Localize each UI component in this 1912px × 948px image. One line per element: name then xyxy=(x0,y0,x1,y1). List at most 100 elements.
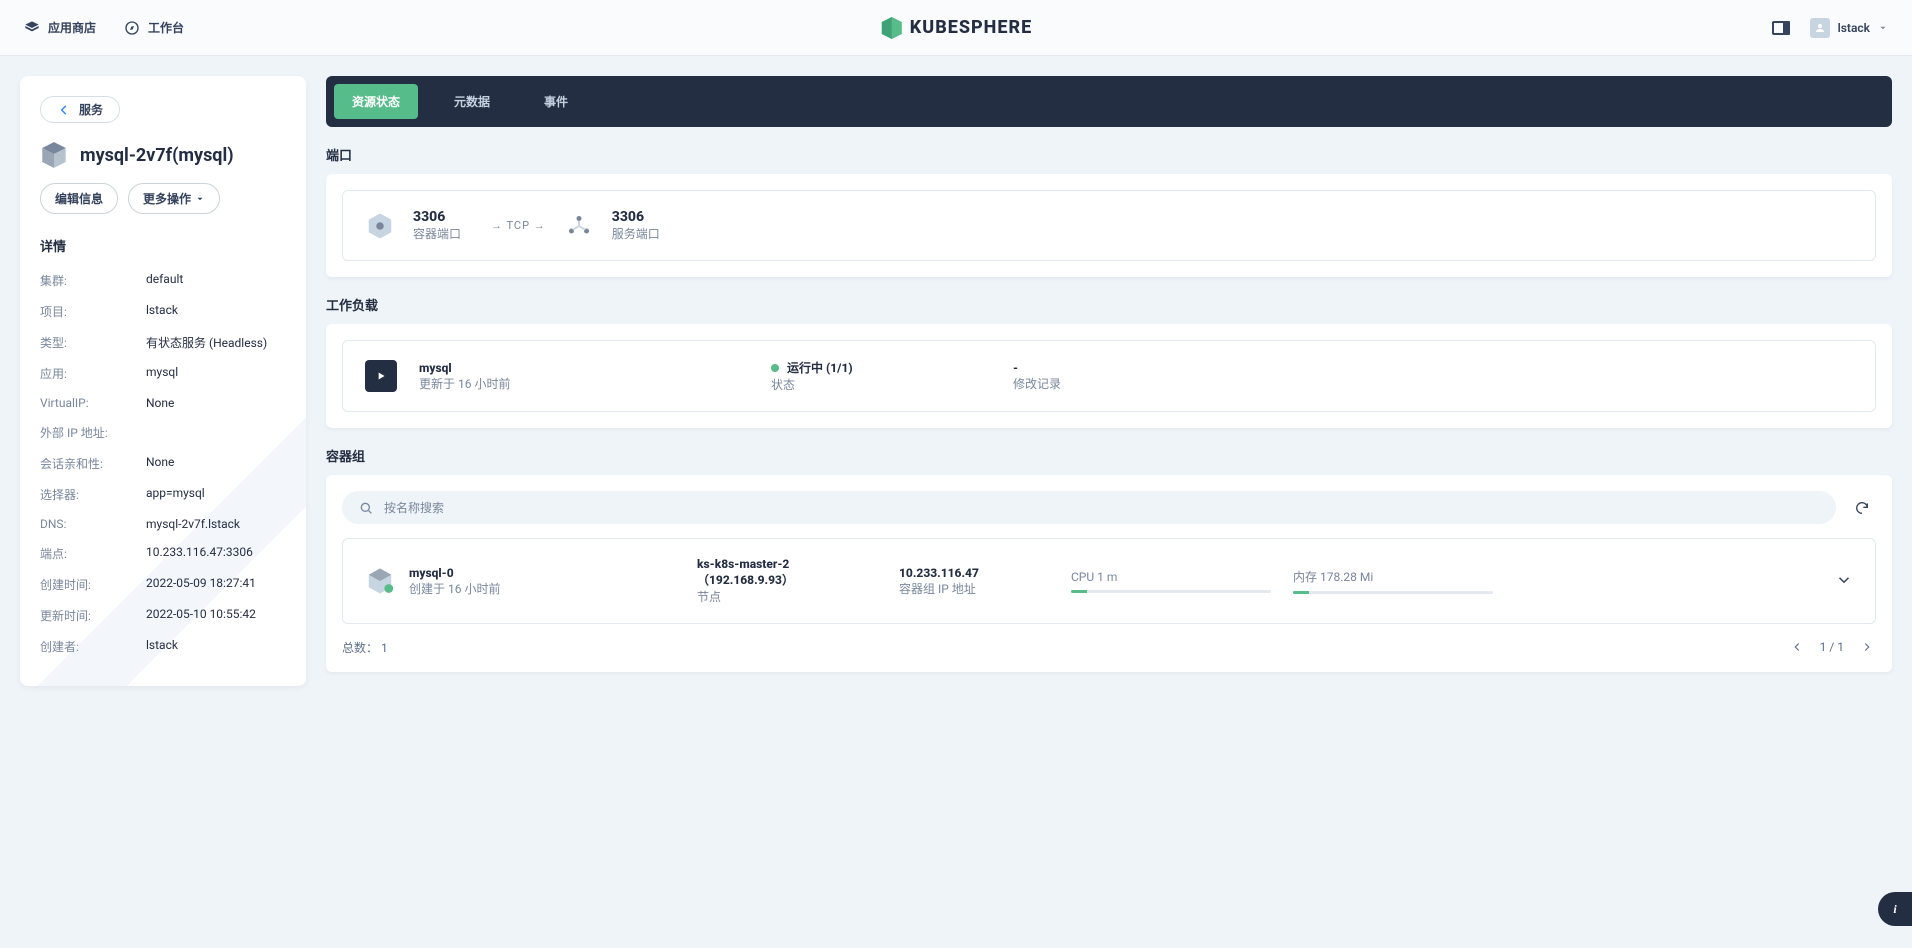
details-key: 创建者: xyxy=(40,638,146,655)
details-value: 10.233.116.47:3306 xyxy=(146,545,286,562)
pod-created: 创建于 16 小时前 xyxy=(409,580,500,597)
topbar-left: 应用商店 工作台 xyxy=(24,19,184,36)
tab-resource-status[interactable]: 资源状态 xyxy=(334,84,418,119)
details-list: 集群:default项目:lstack类型:有状态服务 (Headless)应用… xyxy=(40,265,286,662)
details-heading: 详情 xyxy=(40,236,286,255)
pager-prev-button[interactable] xyxy=(1788,638,1806,656)
nav-app-store-label: 应用商店 xyxy=(48,19,96,36)
pod-ip-label: 容器组 IP 地址 xyxy=(899,580,1049,597)
details-key: 集群: xyxy=(40,272,146,289)
details-row: 应用:mysql xyxy=(40,358,286,389)
pod-expand-button[interactable] xyxy=(1835,571,1853,592)
details-key: DNS: xyxy=(40,517,146,531)
pagination: 总数： 1 1 / 1 xyxy=(342,638,1876,656)
pod-node: ks-k8s-master-2（192.168.9.93） xyxy=(697,557,877,588)
theme-toggle-icon[interactable] xyxy=(1772,21,1790,35)
kubesphere-logo-icon xyxy=(880,16,904,40)
details-row: 创建者:lstack xyxy=(40,631,286,662)
brand-text: KUBESPHERE xyxy=(910,17,1032,38)
details-key: 外部 IP 地址: xyxy=(40,424,146,441)
pods-section: 容器组 按名称搜索 mysql-0 创 xyxy=(326,446,1892,672)
user-name: lstack xyxy=(1838,21,1870,35)
pod-search-placeholder: 按名称搜索 xyxy=(384,499,444,516)
container-port-icon xyxy=(365,211,395,241)
pod-node-label: 节点 xyxy=(697,588,877,605)
tab-metadata[interactable]: 元数据 xyxy=(436,84,508,119)
details-row: 类型:有状态服务 (Headless) xyxy=(40,327,286,358)
service-port-value: 3306 xyxy=(612,209,672,225)
details-row: 更新时间:2022-05-10 10:55:42 xyxy=(40,600,286,631)
details-value: 有状态服务 (Headless) xyxy=(146,334,286,351)
nav-workbench-label: 工作台 xyxy=(148,19,184,36)
workloads-section: 工作负载 mysql 更新于 16 小时前 运行中 (1/1) 状态 xyxy=(326,295,1892,428)
mem-bar xyxy=(1293,591,1493,594)
service-port-icon xyxy=(564,211,594,241)
container-port-value: 3306 xyxy=(413,209,473,225)
caret-down-icon xyxy=(195,194,205,204)
details-key: 选择器: xyxy=(40,486,146,503)
pods-heading: 容器组 xyxy=(326,446,1892,465)
details-key: 端点: xyxy=(40,545,146,562)
container-port-label: 容器端口 xyxy=(413,225,473,242)
arrow-left-icon xyxy=(1790,640,1804,654)
details-row: DNS:mysql-2v7f.lstack xyxy=(40,510,286,538)
pod-cpu: CPU 1 m xyxy=(1071,570,1271,584)
more-actions-button[interactable]: 更多操作 xyxy=(128,183,220,214)
pod-ip: 10.233.116.47 xyxy=(899,566,1049,580)
details-row: 外部 IP 地址: xyxy=(40,417,286,448)
workload-status: 运行中 (1/1) xyxy=(787,361,853,375)
user-menu[interactable]: lstack xyxy=(1810,18,1888,38)
brand[interactable]: KUBESPHERE xyxy=(880,16,1032,40)
caret-down-icon xyxy=(1878,23,1888,33)
details-value xyxy=(146,424,286,441)
details-value: 2022-05-10 10:55:42 xyxy=(146,607,286,624)
details-key: 项目: xyxy=(40,303,146,320)
pod-name: mysql-0 xyxy=(409,566,500,580)
workload-row[interactable]: mysql 更新于 16 小时前 运行中 (1/1) 状态 - 修改记录 xyxy=(365,359,1853,393)
search-icon xyxy=(358,500,374,516)
details-value: mysql-2v7f.lstack xyxy=(146,517,286,531)
details-value: None xyxy=(146,396,286,410)
action-buttons: 编辑信息 更多操作 xyxy=(40,183,286,214)
pod-mem: 内存 178.28 Mi xyxy=(1293,568,1493,585)
status-dot-icon xyxy=(771,364,779,372)
workload-record: - xyxy=(1013,361,1853,375)
layers-icon xyxy=(24,20,40,36)
details-row: 创建时间:2022-05-09 18:27:41 xyxy=(40,569,286,600)
service-icon xyxy=(40,141,68,169)
refresh-button[interactable] xyxy=(1848,494,1876,522)
workloads-heading: 工作负载 xyxy=(326,295,1892,314)
details-value: lstack xyxy=(146,303,286,320)
chevron-left-icon xyxy=(57,103,71,117)
workload-type-icon xyxy=(365,360,397,392)
arrow-right-icon xyxy=(1860,640,1874,654)
nav-app-store[interactable]: 应用商店 xyxy=(24,19,96,36)
help-fab[interactable]: i xyxy=(1878,892,1912,926)
user-avatar-icon xyxy=(1810,18,1830,38)
details-value: mysql xyxy=(146,365,286,382)
nav-workbench[interactable]: 工作台 xyxy=(124,19,184,36)
details-key: 应用: xyxy=(40,365,146,382)
ports-section: 端口 3306 容器端口 → TCP → 3306 服务端口 xyxy=(326,145,1892,277)
pod-row[interactable]: mysql-0 创建于 16 小时前 ks-k8s-master-2（192.1… xyxy=(342,538,1876,624)
details-row: 集群:default xyxy=(40,265,286,296)
details-value: 2022-05-09 18:27:41 xyxy=(146,576,286,593)
back-button[interactable]: 服务 xyxy=(40,96,120,123)
workload-status-label: 状态 xyxy=(771,376,991,393)
edit-info-button[interactable]: 编辑信息 xyxy=(40,183,118,214)
compass-icon xyxy=(124,20,140,36)
tabs-bar: 资源状态 元数据 事件 xyxy=(326,76,1892,127)
top-bar: 应用商店 工作台 KUBESPHERE lstack xyxy=(0,0,1912,56)
details-key: 类型: xyxy=(40,334,146,351)
workload-name: mysql xyxy=(419,361,749,375)
workload-updated: 更新于 16 小时前 xyxy=(419,375,749,392)
pod-search-input[interactable]: 按名称搜索 xyxy=(342,491,1836,524)
details-value: None xyxy=(146,455,286,472)
chevron-down-icon xyxy=(1835,571,1853,589)
pager-page: 1 / 1 xyxy=(1820,640,1844,654)
pager-next-button[interactable] xyxy=(1858,638,1876,656)
tab-events[interactable]: 事件 xyxy=(526,84,586,119)
refresh-icon xyxy=(1854,500,1870,516)
details-key: VirtualIP: xyxy=(40,396,146,410)
details-key: 更新时间: xyxy=(40,607,146,624)
